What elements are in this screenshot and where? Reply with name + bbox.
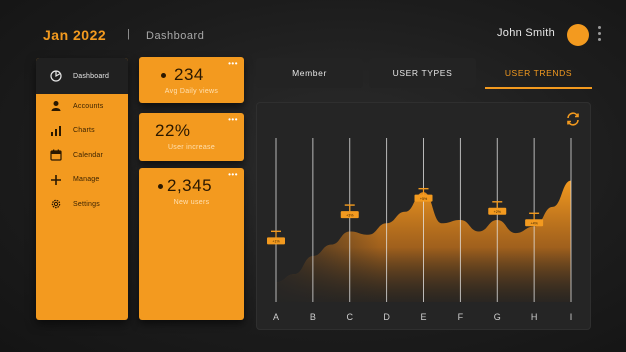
tab-user-types[interactable]: USER TYPES xyxy=(369,58,476,88)
sidebar-item-label: Calendar xyxy=(73,151,104,159)
stat-card-new-users[interactable]: ••• 2,345 New users xyxy=(139,168,244,320)
sidebar-item-calendar[interactable]: Calendar xyxy=(36,143,128,168)
calendar-icon xyxy=(50,149,62,161)
header-date: Jan 2022 xyxy=(43,27,107,43)
sidebar: Dashboard Accounts Charts Calendar Manag… xyxy=(36,58,128,320)
x-tick-label: I xyxy=(570,312,573,322)
marker-label: +5% xyxy=(420,197,428,201)
user-trends-chart: A B C D E F G H I +1% +3% +5% +2% +4% xyxy=(267,138,573,322)
card-menu-icon[interactable]: ••• xyxy=(228,59,238,68)
sidebar-item-dashboard[interactable]: Dashboard xyxy=(36,58,128,94)
stat-value: 22% xyxy=(155,121,191,140)
x-tick-label: H xyxy=(531,312,538,322)
x-tick-label: D xyxy=(383,312,390,322)
bullet-icon xyxy=(158,183,163,189)
page-title: Dashboard xyxy=(146,30,205,42)
sidebar-item-label: Charts xyxy=(73,127,95,135)
user-name[interactable]: John Smith xyxy=(497,27,555,39)
marker-label: +4% xyxy=(530,222,538,226)
sidebar-item-label: Manage xyxy=(73,176,100,184)
sidebar-item-manage[interactable]: Manage xyxy=(36,168,128,193)
marker-label: +2% xyxy=(494,210,502,214)
x-tick-label: A xyxy=(273,312,279,322)
plus-icon xyxy=(50,174,62,186)
x-tick-label: E xyxy=(420,312,426,322)
x-tick-label: G xyxy=(494,312,501,322)
x-tick-label: C xyxy=(347,312,354,322)
sidebar-item-charts[interactable]: Charts xyxy=(36,119,128,144)
stat-caption: Avg Daily views xyxy=(164,88,219,95)
data-marker: +1% xyxy=(267,230,285,245)
tab-member[interactable]: Member xyxy=(256,58,363,88)
stat-value: 234 xyxy=(174,65,204,84)
dashboard-icon xyxy=(50,70,62,82)
stat-caption: New users xyxy=(173,199,210,206)
avatar[interactable] xyxy=(567,24,589,46)
marker-label: +3% xyxy=(346,213,354,217)
card-menu-icon[interactable]: ••• xyxy=(228,170,238,179)
sidebar-item-settings[interactable]: Settings xyxy=(36,192,128,217)
refresh-icon[interactable] xyxy=(565,111,581,127)
sidebar-item-accounts[interactable]: Accounts xyxy=(36,94,128,119)
card-menu-icon[interactable]: ••• xyxy=(228,115,238,124)
data-marker: +5% xyxy=(414,187,433,202)
marker-label: +1% xyxy=(272,240,280,244)
stat-card-daily-views[interactable]: ••• 234 Avg Daily views xyxy=(139,57,244,103)
sidebar-item-label: Dashboard xyxy=(73,72,110,80)
sidebar-item-label: Settings xyxy=(73,200,100,208)
gear-icon xyxy=(50,198,62,210)
more-options-icon[interactable] xyxy=(596,26,602,44)
header-separator: | xyxy=(127,28,130,40)
stat-card-user-increase[interactable]: ••• 22% User increase xyxy=(139,113,244,161)
user-icon xyxy=(50,100,62,112)
stat-caption: User increase xyxy=(167,144,216,151)
sidebar-item-label: Accounts xyxy=(73,102,104,110)
x-tick-label: F xyxy=(458,312,464,322)
data-marker: +4% xyxy=(525,212,544,227)
bullet-icon xyxy=(161,72,166,78)
data-marker: +3% xyxy=(340,204,359,219)
chart-icon xyxy=(50,125,62,137)
x-tick-label: B xyxy=(310,312,316,322)
tab-user-trends[interactable]: USER TRENDS xyxy=(485,58,592,89)
stat-value: 2,345 xyxy=(167,176,213,195)
data-marker: +2% xyxy=(488,201,507,215)
